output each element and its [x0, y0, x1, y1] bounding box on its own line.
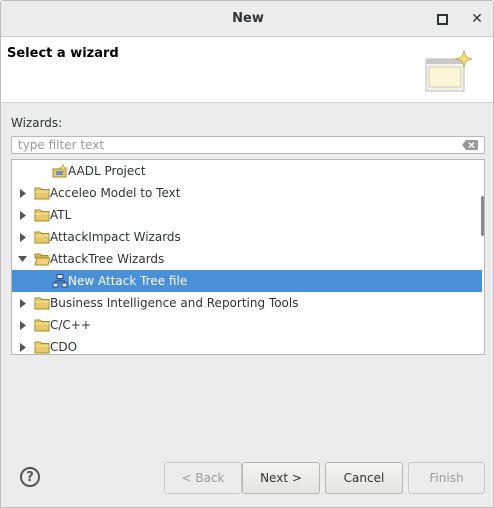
tree-item-label: AttackImpact Wizards: [50, 230, 181, 244]
expand-arrow-icon[interactable]: [18, 342, 28, 352]
tree-scrollbar[interactable]: [481, 196, 484, 236]
expand-arrow-icon[interactable]: [18, 188, 28, 198]
folder-icon: [34, 231, 50, 244]
tree-item-c-cpp[interactable]: C/C++: [12, 314, 482, 336]
page-title: Select a wizard: [7, 46, 119, 61]
cancel-button[interactable]: Cancel: [325, 462, 403, 494]
open-folder-icon: [34, 253, 50, 266]
filter-input[interactable]: [18, 137, 458, 153]
next-button[interactable]: Next >: [242, 462, 320, 494]
close-icon: ✕: [471, 11, 483, 27]
tree-item-cdo[interactable]: CDO: [12, 336, 482, 354]
tree-item-atl[interactable]: ATL: [12, 204, 482, 226]
window-title: New: [232, 11, 264, 26]
wizards-label: Wizards:: [11, 116, 63, 130]
tree-file-icon: [52, 274, 68, 288]
tree-item-label: CDO: [50, 340, 78, 354]
tree-item-label: Acceleo Model to Text: [50, 186, 181, 200]
maximize-icon: [436, 13, 448, 25]
tree-item-label: ATL: [50, 208, 72, 222]
tree-item-label: C/C++: [50, 318, 91, 332]
tree-item-label: AttackTree Wizards: [50, 252, 165, 266]
expand-arrow-icon[interactable]: [18, 298, 28, 308]
folder-icon: [34, 341, 50, 354]
clear-filter-icon[interactable]: [462, 140, 478, 150]
close-button[interactable]: ✕: [468, 10, 486, 28]
help-icon: ?: [26, 469, 34, 485]
tree-item-new-attack-tree-file[interactable]: New Attack Tree file: [12, 270, 482, 292]
folder-icon: [34, 209, 50, 222]
tree-item-label: New Attack Tree file: [68, 274, 188, 288]
tree-item-birt[interactable]: Business Intelligence and Reporting Tool…: [12, 292, 482, 314]
help-button[interactable]: ?: [20, 467, 40, 487]
new-wizard-dialog: New ✕ Select a wizard Wizards: type filt…: [0, 0, 494, 508]
tree-item-attackimpact-wizards[interactable]: AttackImpact Wizards: [12, 226, 482, 248]
finish-button[interactable]: Finish: [408, 462, 485, 494]
maximize-button[interactable]: [433, 10, 451, 28]
expand-arrow-icon[interactable]: [18, 210, 28, 220]
filter-box: [11, 136, 485, 154]
new-wizard-banner-icon: [425, 49, 472, 92]
wizard-tree[interactable]: AADL Project Acceleo Model to Text ATL A…: [11, 159, 485, 355]
tree-item-acceleo[interactable]: Acceleo Model to Text: [12, 182, 482, 204]
tree-item-attacktree-wizards[interactable]: AttackTree Wizards: [12, 248, 482, 270]
back-button[interactable]: < Back: [164, 462, 242, 494]
tree-item-label: Business Intelligence and Reporting Tool…: [50, 296, 299, 310]
tree-item-label: AADL Project: [68, 164, 146, 178]
folder-icon: [34, 297, 50, 310]
title-bar: New ✕: [1, 1, 493, 37]
tree-item-aadl-project[interactable]: AADL Project: [12, 160, 482, 182]
expand-arrow-icon[interactable]: [18, 320, 28, 330]
expand-arrow-icon[interactable]: [18, 232, 28, 242]
wizard-header: Select a wizard: [1, 37, 493, 103]
folder-icon: [34, 187, 50, 200]
folder-icon: [34, 319, 50, 332]
project-icon: [52, 164, 68, 178]
collapse-arrow-icon[interactable]: [17, 254, 27, 264]
